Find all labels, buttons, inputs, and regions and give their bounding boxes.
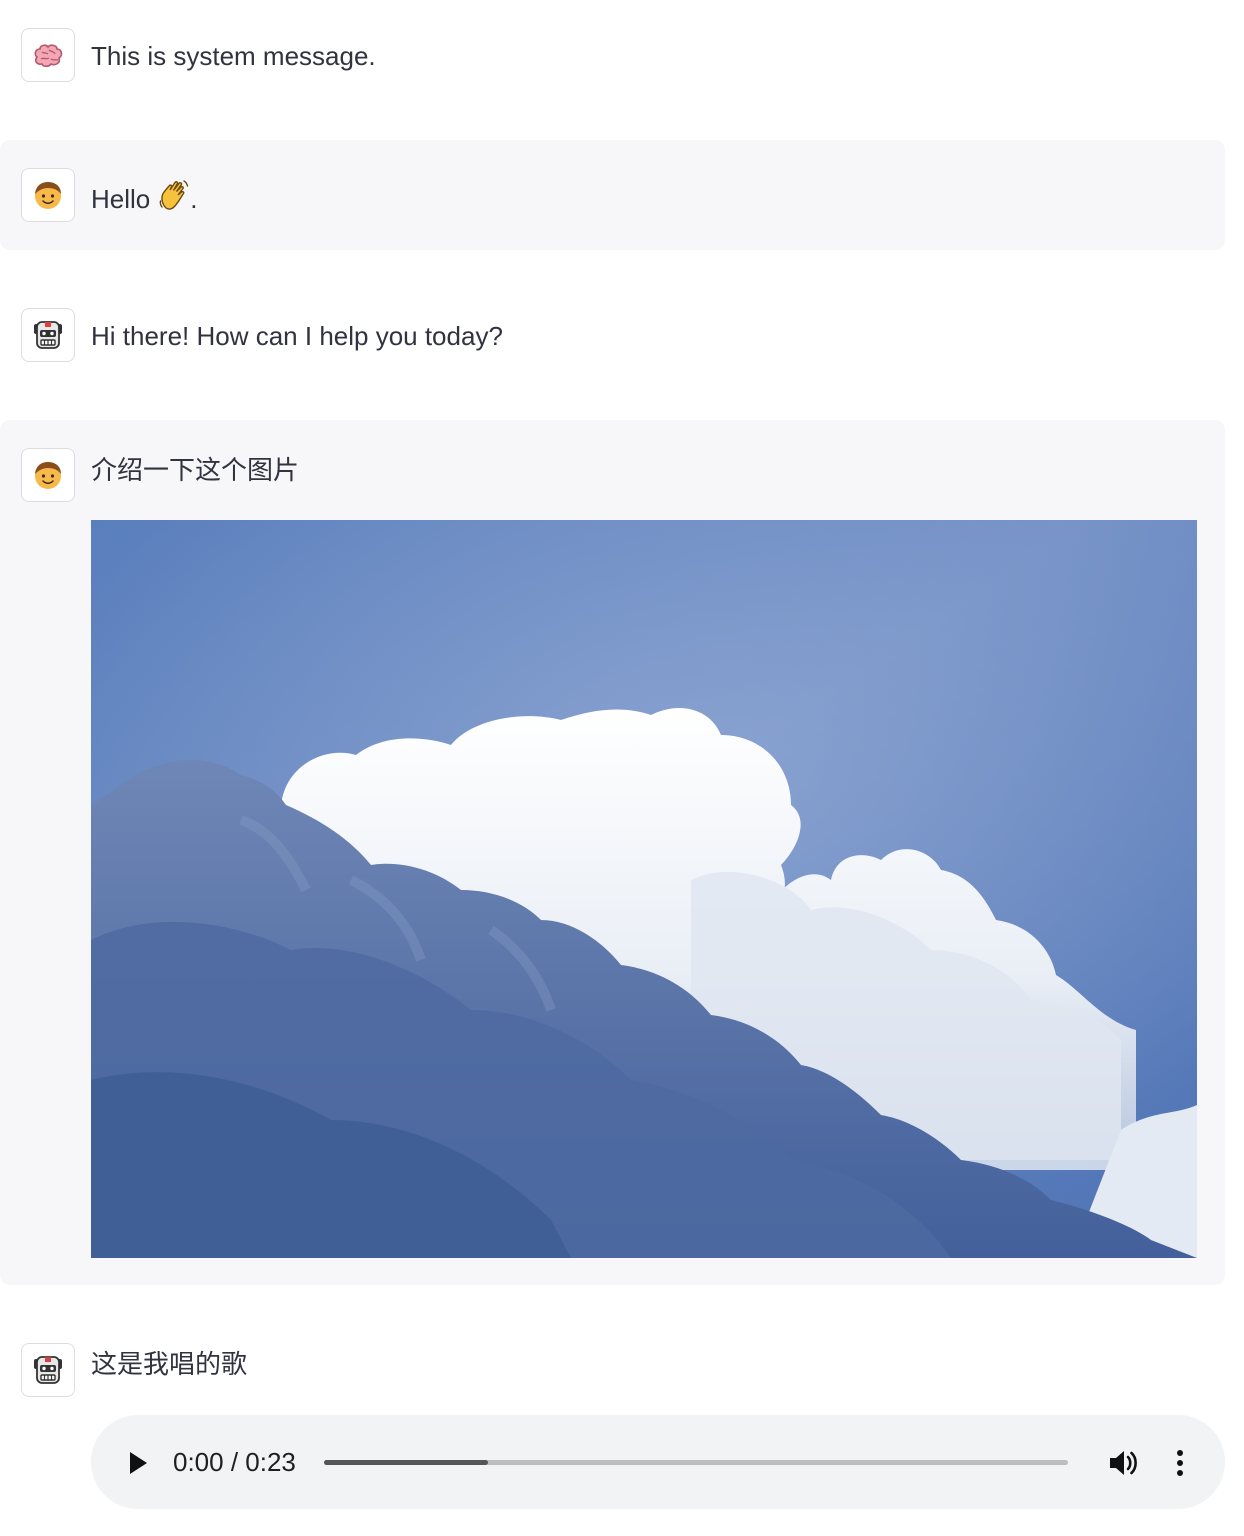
cloud-sky-image	[91, 520, 1197, 1258]
message-text-suffix: .	[190, 184, 198, 214]
more-options-button[interactable]	[1168, 1446, 1192, 1480]
boy-face-icon	[35, 182, 61, 209]
audio-time-display: 0:00 / 0:23	[173, 1447, 296, 1477]
audio-progress-fill	[324, 1460, 488, 1465]
brain-icon	[34, 44, 63, 68]
message-text: 介绍一下这个图片	[91, 455, 300, 485]
play-icon	[130, 1452, 147, 1474]
play-button[interactable]	[124, 1449, 152, 1477]
avatar-user	[21, 448, 75, 502]
message-text-content: Hello	[91, 184, 151, 214]
robot-face-icon	[34, 1356, 62, 1384]
volume-icon	[1110, 1451, 1137, 1475]
message-text: 这是我唱的歌	[91, 1349, 248, 1379]
avatar-assistant	[21, 308, 75, 362]
message-text: This is system message.	[91, 41, 376, 71]
volume-button[interactable]	[1106, 1446, 1140, 1480]
avatar-system	[21, 28, 75, 82]
message-text: Hello.	[91, 178, 197, 221]
avatar-assistant	[21, 1343, 75, 1397]
waving-hand-icon	[158, 178, 190, 221]
message-text: Hi there! How can I help you today?	[91, 321, 503, 351]
avatar-user	[21, 168, 75, 222]
robot-face-icon	[34, 321, 62, 349]
more-vertical-icon	[1177, 1450, 1183, 1476]
audio-seek-bar[interactable]	[324, 1460, 1068, 1465]
boy-face-icon	[35, 462, 61, 489]
